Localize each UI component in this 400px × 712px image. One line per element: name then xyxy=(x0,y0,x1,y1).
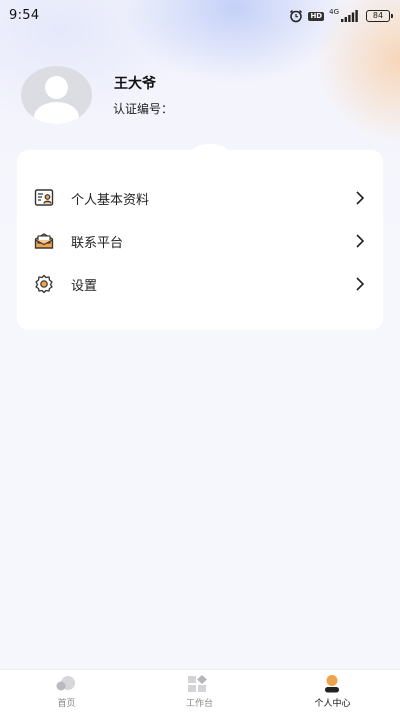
gear-icon xyxy=(35,274,53,294)
menu-item-profile-info[interactable]: 个人基本资料 xyxy=(17,180,383,216)
signal-icon xyxy=(341,10,358,22)
card-notch xyxy=(192,144,228,160)
chevron-right-icon xyxy=(356,277,365,291)
status-icons: HD 4G 84 xyxy=(289,8,393,24)
menu-item-label: 个人基本资料 xyxy=(71,193,150,208)
tab-home[interactable]: 首页 xyxy=(0,670,133,712)
profile-card-icon xyxy=(34,189,54,206)
chevron-right-icon xyxy=(356,234,365,248)
menu-item-label: 联系平台 xyxy=(71,236,124,251)
tab-workbench[interactable]: 工作台 xyxy=(133,670,266,712)
menu-item-settings[interactable]: 设置 xyxy=(17,266,383,302)
hd-badge: HD xyxy=(308,11,325,21)
alarm-icon xyxy=(290,9,303,23)
bottom-tab-bar: 首页 工作台 个人中心 xyxy=(0,669,400,712)
tab-personal-center[interactable]: 个人中心 xyxy=(266,670,399,712)
menu-card: 个人基本资料 联系平台 设置 xyxy=(17,144,383,330)
status-time: 9:54 xyxy=(9,8,40,23)
menu-item-contact-platform[interactable]: 联系平台 xyxy=(17,223,383,259)
avatar[interactable] xyxy=(21,66,92,124)
tab-label: 工作台 xyxy=(185,699,213,709)
mail-icon xyxy=(34,233,54,249)
chevron-right-icon xyxy=(356,191,365,205)
avatar-body-shape xyxy=(34,102,79,124)
certification-number: 认证编号： xyxy=(113,102,174,116)
battery-indicator: 84 xyxy=(366,10,393,22)
network-type: 4G xyxy=(329,8,339,16)
menu-item-label: 设置 xyxy=(71,279,98,294)
tab-label: 首页 xyxy=(57,699,76,709)
avatar-head-shape xyxy=(45,76,68,99)
home-icon xyxy=(56,676,75,691)
person-icon xyxy=(325,675,339,693)
status-bar: 9:54 HD 4G 84 xyxy=(0,0,400,32)
user-name: 王大爷 xyxy=(114,76,156,92)
tab-label: 个人中心 xyxy=(314,699,351,709)
profile-header: 王大爷 认证编号： xyxy=(0,60,400,130)
workbench-icon xyxy=(188,675,207,692)
